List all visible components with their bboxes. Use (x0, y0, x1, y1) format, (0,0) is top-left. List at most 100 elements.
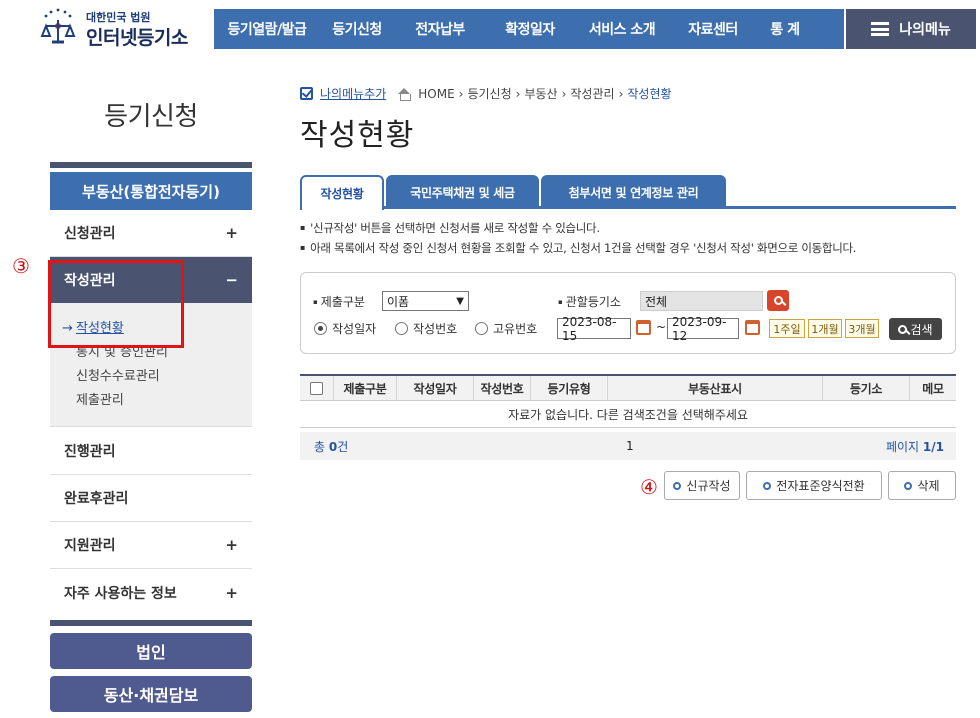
breadcrumb-current: 작성현황 (627, 87, 672, 101)
nav-item-e-payment[interactable]: 전자납부 (394, 19, 486, 39)
button-label: 신규작성 (686, 479, 731, 493)
expand-plus-icon[interactable]: + (225, 536, 238, 554)
court-emblem-icon (40, 8, 76, 44)
add-mymenu-link[interactable]: 나의메뉴추가 (320, 85, 386, 102)
date-from-input[interactable]: 2023-08-15 (557, 315, 631, 343)
radio-unique-number[interactable]: 고유번호 (475, 320, 537, 337)
info-note: 아래 목록에서 작성 중인 신청서 현황을 조회할 수 있고, 신청서 1건을 … (300, 238, 856, 258)
submenu-item-fees[interactable]: 신청수수료관리 (62, 365, 252, 389)
nav-item-registry-view[interactable]: 등기열람/발급 (214, 19, 320, 39)
tab-bonds-taxes[interactable]: 국민주택채권 및 세금 (386, 175, 539, 209)
chevron-right-icon: › (458, 86, 464, 101)
sidebar-title: 등기신청 (104, 102, 198, 132)
sidebar-item-support[interactable]: 지원관리 + (50, 522, 252, 569)
sidebar-item-progress[interactable]: 진행관리 (50, 428, 252, 475)
court-input[interactable]: 전체 (640, 291, 763, 311)
check-icon (300, 87, 313, 100)
submit-type-select[interactable]: 이폼 ▼ (382, 291, 469, 311)
circle-bullet-icon (673, 481, 682, 490)
court-label: 관할등기소 (558, 293, 621, 310)
info-note: '신규작성' 버튼을 선택하면 신청서를 새로 작성할 수 있습니다. (300, 218, 856, 238)
button-label: 삭제 (917, 479, 940, 493)
nav-item-service-intro[interactable]: 서비스 소개 (574, 19, 670, 39)
calendar-icon[interactable] (636, 320, 651, 335)
quick-1week-button[interactable]: 1주일 (769, 319, 805, 338)
select-all-checkbox[interactable] (310, 381, 323, 395)
page-indicator: 페이지 1/1 (886, 438, 944, 455)
tab-attachments[interactable]: 첨부서면 및 연계정보 관리 (541, 175, 726, 209)
column-header[interactable]: 메모 (910, 376, 956, 400)
total-number: 0 (328, 439, 338, 454)
sidebar-item-frequent-info[interactable]: 자주 사용하는 정보 + (50, 569, 252, 616)
page-number[interactable]: 1 (626, 439, 634, 453)
breadcrumb-item[interactable]: 등기신청 (467, 85, 511, 102)
page-title: 작성현황 (300, 118, 415, 153)
total-prefix: 총 (314, 439, 329, 454)
column-header[interactable]: 작성일자 (397, 376, 474, 400)
total-count: 총 0건 (314, 438, 348, 455)
circle-bullet-icon (763, 481, 772, 490)
select-all-cell (300, 376, 334, 400)
my-menu-button[interactable]: 나의메뉴 (846, 9, 976, 49)
search-icon (773, 296, 783, 305)
sidebar-item-label: 완료후관리 (64, 491, 129, 507)
expand-plus-icon[interactable]: + (225, 224, 238, 242)
submenu-item-submission[interactable]: 제출관리 (62, 389, 252, 413)
column-header[interactable]: 부동산표시 (608, 376, 823, 400)
quick-3month-button[interactable]: 3개월 (845, 319, 879, 338)
site-logo[interactable]: 인터넷등기소 (86, 23, 188, 50)
page-of: 1/1 (922, 439, 944, 454)
table-empty-message: 자료가 없습니다. 다른 검색조건을 선택해주세요 (300, 401, 956, 428)
annotation-highlight-box (48, 260, 184, 348)
column-header[interactable]: 제출구분 (334, 376, 397, 400)
calendar-icon[interactable] (745, 320, 760, 335)
movable-collateral-button[interactable]: 동산·채권담보 (50, 676, 252, 712)
home-icon (398, 87, 412, 101)
chevron-right-icon: › (561, 86, 567, 101)
sidebar-item-label: 진행관리 (64, 444, 116, 460)
sidebar-section-header[interactable]: 부동산(통합전자등기) (50, 172, 252, 210)
info-notes: '신규작성' 버튼을 선택하면 신청서를 새로 작성할 수 있습니다. 아래 목… (300, 218, 856, 258)
quick-1month-button[interactable]: 1개월 (808, 319, 842, 338)
breadcrumb-item[interactable]: 부동산 (524, 85, 557, 102)
global-nav: 등기열람/발급 등기신청 전자납부 확정일자 서비스 소개 자료센터 통 계 (214, 9, 844, 49)
date-separator: ~ (656, 320, 667, 334)
submit-type-value: 이폼 (387, 294, 410, 309)
convert-standard-form-button[interactable]: 전자표준양식전환 (746, 471, 882, 500)
table-header: 제출구분 작성일자 작성번호 등기유형 부동산표시 등기소 메모 (300, 374, 956, 401)
collapse-minus-icon[interactable]: − (225, 271, 238, 289)
chevron-right-icon: › (515, 86, 521, 101)
nav-item-statistics[interactable]: 통 계 (756, 19, 814, 39)
new-draft-button[interactable]: 신규작성 (664, 471, 740, 500)
search-button-label: 검색 (910, 322, 933, 337)
circle-bullet-icon (904, 481, 913, 490)
breadcrumb: 나의메뉴추가 HOME › 등기신청 › 부동산 › 작성관리 › 작성현황 (300, 85, 672, 102)
column-header[interactable]: 등기소 (823, 376, 910, 400)
corporation-button[interactable]: 법인 (50, 633, 252, 669)
sidebar-item-completed[interactable]: 완료후관리 (50, 475, 252, 522)
column-header[interactable]: 작성번호 (474, 376, 531, 400)
nav-item-registry-apply[interactable]: 등기신청 (320, 19, 394, 39)
annotation-step-4: ④ (640, 475, 658, 499)
my-menu-label: 나의메뉴 (899, 22, 951, 38)
search-button[interactable]: 검색 (889, 318, 942, 340)
delete-button[interactable]: 삭제 (888, 471, 956, 500)
chevron-down-icon: ▼ (456, 295, 464, 307)
radio-icon (395, 322, 408, 335)
radio-label: 작성번호 (413, 322, 458, 336)
court-search-button[interactable] (767, 290, 789, 311)
breadcrumb-item[interactable]: 작성관리 (570, 85, 614, 102)
nav-item-fixed-date[interactable]: 확정일자 (486, 19, 574, 39)
sidebar-item-application[interactable]: 신청관리 + (50, 210, 252, 257)
tab-draft-status[interactable]: 작성현황 (300, 175, 384, 210)
expand-plus-icon[interactable]: + (225, 584, 238, 602)
date-to-input[interactable]: 2023-09-12 (667, 315, 739, 343)
radio-selected-icon (314, 322, 327, 335)
radio-label: 작성일자 (332, 322, 377, 336)
breadcrumb-home[interactable]: HOME (418, 87, 454, 101)
radio-date[interactable]: 작성일자 (314, 320, 376, 337)
column-header[interactable]: 등기유형 (531, 376, 608, 400)
nav-item-data-center[interactable]: 자료센터 (670, 19, 756, 39)
radio-number[interactable]: 작성번호 (395, 320, 457, 337)
annotation-step-3: ③ (12, 254, 30, 278)
